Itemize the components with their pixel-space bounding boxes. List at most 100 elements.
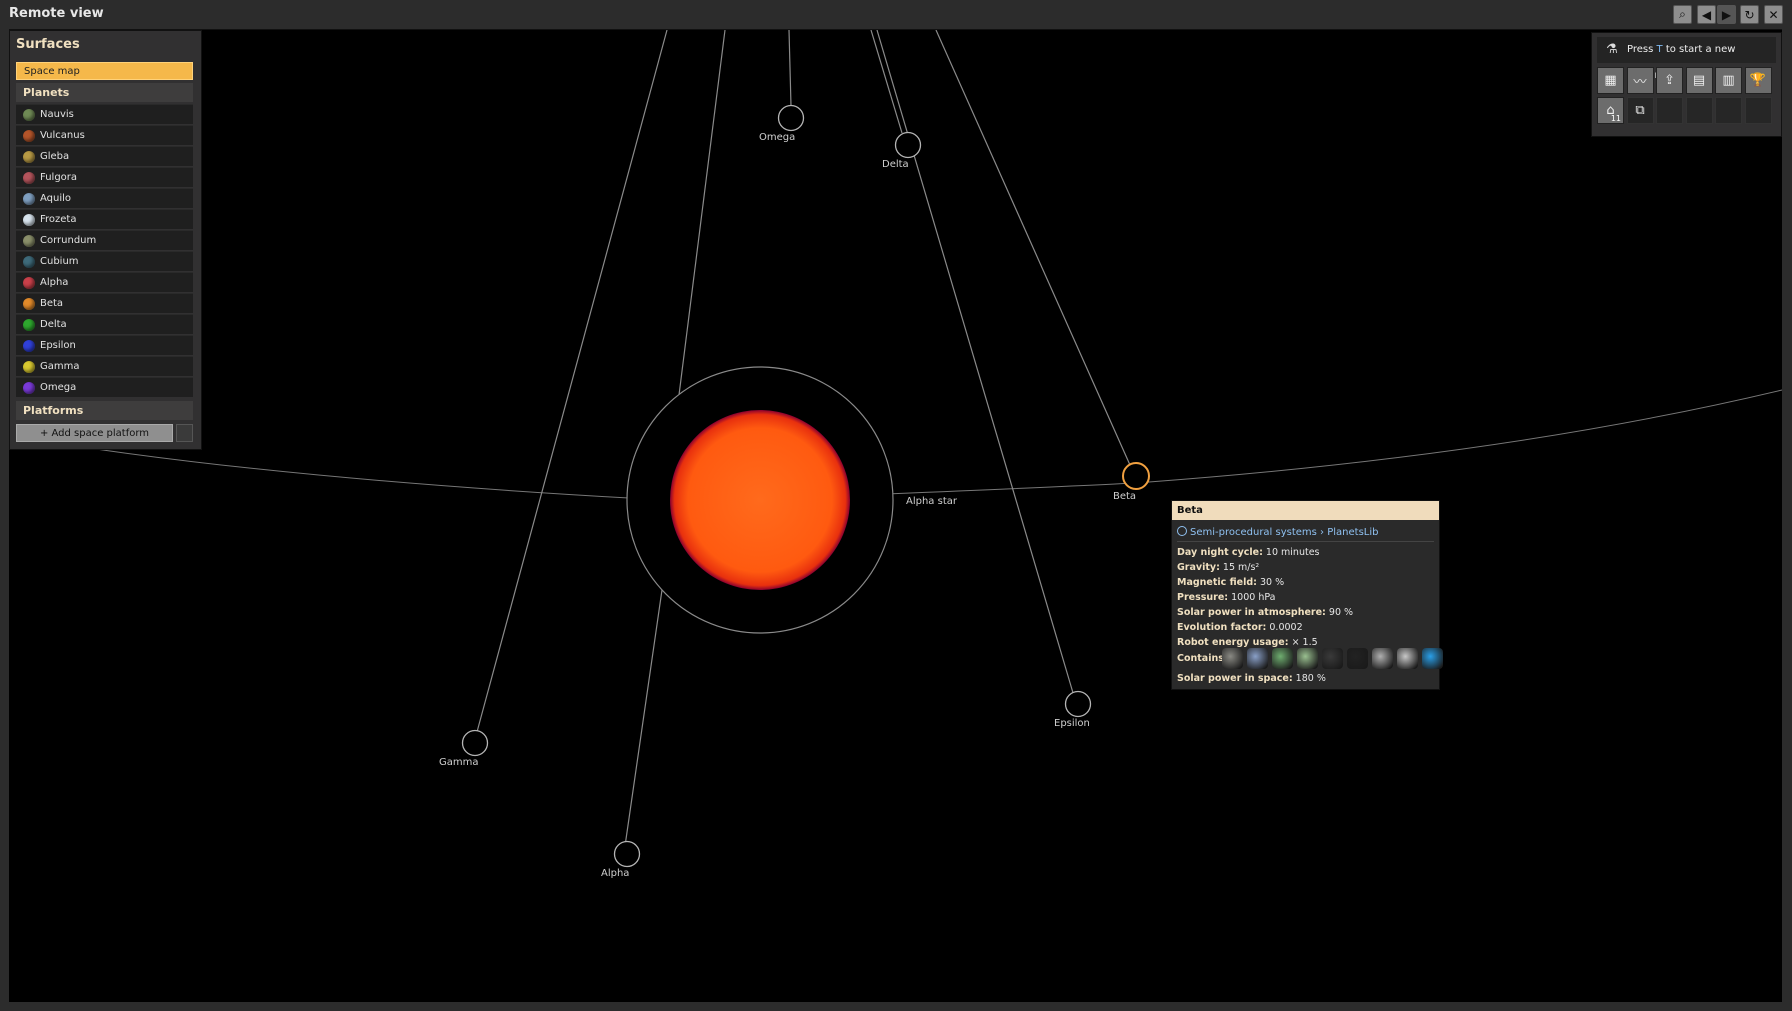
planet-item-aquilo[interactable]: Aquilo — [16, 188, 193, 208]
forward-arrow-icon: ▶ — [1721, 7, 1732, 22]
omega-body[interactable] — [777, 104, 805, 132]
alpha-link-line — [623, 582, 664, 854]
planet-item-gleba[interactable]: Gleba — [16, 146, 193, 166]
close-button[interactable]: ✕ — [1764, 5, 1783, 24]
refresh-button[interactable]: ↻ — [1740, 5, 1759, 24]
factory-button[interactable]: ▦ — [1597, 67, 1624, 94]
property-row: Solar power in atmosphere: 90 % — [1177, 607, 1353, 618]
property-key: Magnetic field: — [1177, 577, 1257, 588]
empty-slot — [1715, 97, 1742, 124]
planet-item-fulgora[interactable]: Fulgora — [16, 167, 193, 187]
surfaces-panel: Surfaces Space map Planets Nauvis Vulcanu… — [10, 31, 201, 449]
property-key: Pressure: — [1177, 592, 1229, 603]
planet-item-frozeta[interactable]: Frozeta — [16, 209, 193, 229]
space-map[interactable]: Alpha star Omega Delta Beta Epsilon Gamm… — [9, 30, 1782, 1002]
refresh-icon: ↻ — [1744, 7, 1755, 22]
property-row: Evolution factor: 0.0002 — [1177, 622, 1303, 633]
contains-label: Contains: — [1177, 653, 1228, 664]
research-count: 11 — [1610, 114, 1621, 123]
mod-ring-icon — [1177, 526, 1187, 536]
tech-tree-button[interactable]: ⌂ 11 — [1597, 97, 1624, 124]
planet-icon — [23, 361, 35, 373]
frame-bottom — [0, 1002, 1792, 1011]
star-label: Alpha star — [906, 496, 958, 507]
beta-body[interactable] — [1122, 462, 1150, 490]
planet-label: Cubium — [40, 256, 79, 267]
planet-icon — [23, 382, 35, 394]
planet-label: Omega — [40, 382, 77, 393]
planet-icon — [23, 130, 35, 142]
planet-item-alpha[interactable]: Alpha — [16, 272, 193, 292]
search-icon: ⌕ — [1679, 7, 1686, 21]
empty-slot — [1685, 97, 1713, 124]
research-prompt-prefix: Press — [1627, 44, 1654, 55]
book-button[interactable]: ▤ — [1685, 67, 1713, 94]
tooltip-source[interactable]: Semi-procedural systems › PlanetsLib — [1177, 526, 1379, 538]
logistics-icon: ⇪ — [1664, 73, 1675, 88]
crude-oil-icon — [1347, 648, 1368, 669]
planet-item-beta[interactable]: Beta — [16, 293, 193, 313]
space-map-viewport[interactable]: Alpha star Omega Delta Beta Epsilon Gamm… — [9, 30, 1782, 1002]
epsilon-link-line — [876, 30, 1077, 704]
property-key: Evolution factor: — [1177, 622, 1267, 633]
train-button[interactable]: ▥ — [1715, 67, 1742, 94]
planet-item-delta[interactable]: Delta — [16, 314, 193, 334]
tooltip-title: Beta — [1172, 501, 1439, 520]
planet-item-gamma[interactable]: Gamma — [16, 356, 193, 376]
alpha-star[interactable] — [670, 410, 850, 590]
trophy-button[interactable]: 🏆 — [1744, 67, 1772, 94]
epsilon-body[interactable] — [1064, 690, 1092, 718]
solar-space-key: Solar power in space: — [1177, 673, 1293, 684]
back-arrow-icon: ◀ — [1701, 7, 1712, 22]
empty-slot — [1656, 97, 1683, 124]
omega-link-line — [788, 30, 792, 107]
property-key: Gravity: — [1177, 562, 1220, 573]
gamma-body[interactable] — [461, 729, 489, 757]
planet-label: Gleba — [40, 151, 70, 162]
planet-label: Corrundum — [40, 235, 97, 246]
window-title: Remote view — [9, 6, 104, 21]
research-panel: ⚗ Press T to start a new research. ▦ 〰 ⇪ ▤ ▥… — [1592, 33, 1781, 136]
space-map-button[interactable]: Space map — [16, 62, 193, 80]
beta-orbit-left — [88, 447, 630, 499]
property-key: Robot energy usage: — [1177, 637, 1289, 648]
property-value: 10 minutes — [1265, 547, 1320, 558]
tooltip-divider — [1177, 541, 1434, 542]
beta-link-line — [935, 30, 1131, 466]
delta-body[interactable] — [894, 131, 922, 159]
search-button[interactable]: ⌕ — [1673, 5, 1692, 24]
planets-section-header: Planets — [16, 83, 193, 102]
planet-label: Fulgora — [40, 172, 78, 183]
planet-item-cubium[interactable]: Cubium — [16, 251, 193, 271]
planet-item-epsilon[interactable]: Epsilon — [16, 335, 193, 355]
planet-label: Gamma — [40, 361, 80, 372]
empty-slot — [1744, 97, 1772, 124]
property-value: 30 % — [1259, 577, 1285, 588]
planet-label: Frozeta — [40, 214, 77, 225]
solar-space-value: 180 % — [1295, 673, 1326, 684]
beta-label: Beta — [1113, 491, 1136, 502]
alpha-body[interactable] — [613, 840, 641, 868]
logistics-button[interactable]: ⇪ — [1656, 67, 1683, 94]
production-stats-icon: 〰 — [1633, 75, 1647, 90]
copper-ore-icon — [1272, 648, 1293, 669]
planet-item-nauvis[interactable]: Nauvis — [16, 104, 193, 124]
research-prompt[interactable]: ⚗ Press T to start a new research. — [1597, 37, 1776, 81]
planet-item-vulcanus[interactable]: Vulcanus — [16, 125, 193, 145]
property-value: 90 % — [1328, 607, 1354, 618]
gamma-link-line — [473, 30, 668, 744]
tooltip-source-text: Semi-procedural systems › PlanetsLib — [1190, 527, 1379, 538]
planet-icon — [23, 172, 35, 184]
add-space-platform-button[interactable]: + Add space platform — [16, 424, 173, 442]
platform-options-button[interactable] — [176, 424, 193, 442]
planet-item-corrundum[interactable]: Corrundum — [16, 230, 193, 250]
back-button[interactable]: ◀ — [1697, 5, 1716, 24]
production-stats-button[interactable]: 〰 — [1626, 67, 1654, 94]
property-row: Day night cycle: 10 minutes — [1177, 547, 1320, 558]
trophy-icon: 🏆 — [1749, 73, 1767, 88]
property-row: Gravity: 15 m/s² — [1177, 562, 1259, 573]
forward-button[interactable]: ▶ — [1717, 5, 1736, 24]
planet-icon — [23, 235, 35, 247]
blueprint-button[interactable]: ⧉ — [1626, 97, 1654, 124]
planet-item-omega[interactable]: Omega — [16, 377, 193, 397]
